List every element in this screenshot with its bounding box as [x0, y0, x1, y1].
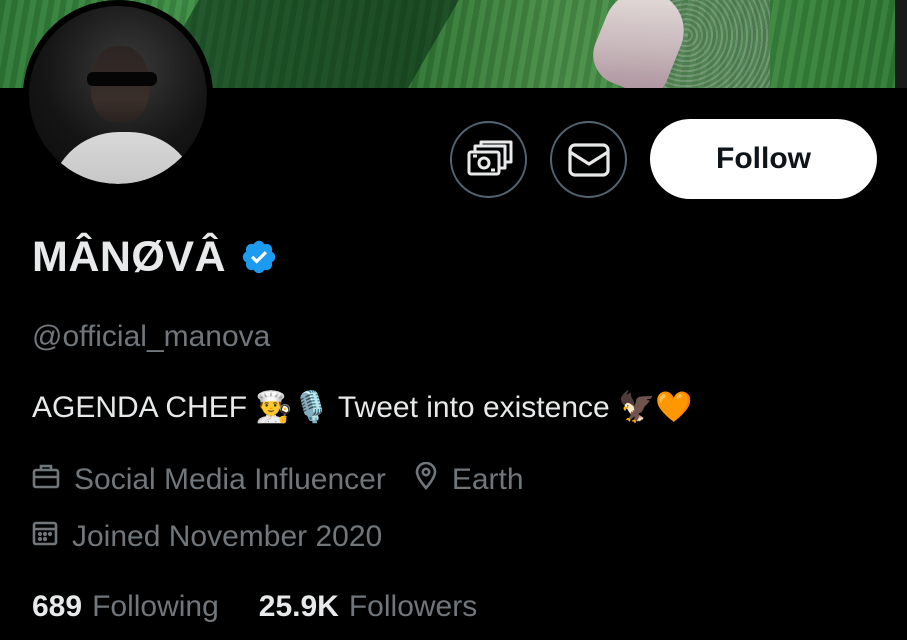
location-label: Earth	[451, 463, 524, 496]
location-pin-icon	[414, 461, 452, 498]
follow-button[interactable]: Follow	[650, 119, 877, 199]
profile-handle: @official_manova	[32, 320, 271, 353]
tip-button[interactable]	[450, 121, 527, 198]
calendar-icon	[32, 520, 72, 554]
category-label: Social Media Influencer	[74, 463, 386, 496]
followers-label: Followers	[348, 590, 478, 623]
verified-badge-icon[interactable]	[240, 238, 278, 276]
follow-counts: 689 Following 25.9K Followers	[32, 590, 477, 624]
envelope-icon	[567, 142, 611, 178]
following-count: 689	[32, 590, 83, 623]
category-item: Social Media Influencer	[32, 463, 386, 497]
message-button[interactable]	[550, 121, 627, 198]
location-item: Earth	[414, 461, 524, 498]
avatar-shirt	[49, 132, 199, 184]
avatar-sunglasses	[87, 72, 157, 86]
name-row: MÂNØVÂ	[32, 231, 278, 283]
joined-item: Joined November 2020	[32, 520, 382, 554]
followers-count: 25.9K	[258, 590, 339, 623]
profile-avatar[interactable]	[23, 0, 213, 190]
profile-joined-row: Joined November 2020	[32, 520, 382, 554]
avatar-photo	[29, 6, 207, 184]
profile-meta-row: Social Media Influencer Earth	[32, 461, 524, 498]
profile-bio: AGENDA CHEF 👨‍🍳🎙️ Tweet into existence 🦅…	[32, 391, 693, 424]
money-tip-icon	[465, 140, 513, 180]
joined-label: Joined November 2020	[72, 520, 383, 553]
banner-edge	[895, 0, 907, 88]
followers-link[interactable]: 25.9K Followers	[259, 590, 477, 624]
following-link[interactable]: 689 Following	[32, 590, 219, 624]
briefcase-icon	[32, 463, 74, 497]
following-label: Following	[92, 590, 219, 623]
display-name: MÂNØVÂ	[32, 232, 227, 281]
